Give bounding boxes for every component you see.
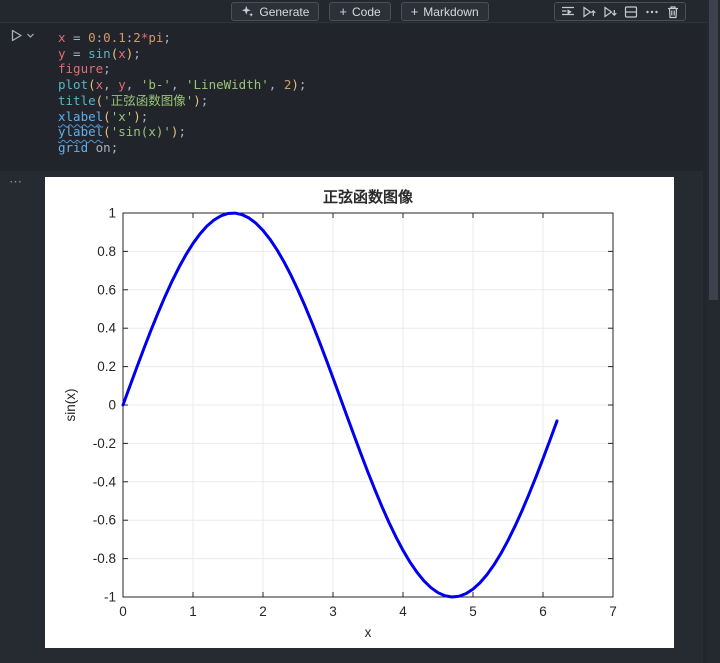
svg-text:2: 2 [259,604,267,619]
more-actions-icon[interactable] [642,3,661,20]
chevron-down-icon [27,33,34,38]
code-line: ylabel('sin(x)'); [58,124,186,140]
svg-text:3: 3 [329,604,337,619]
plus-icon: + [410,4,419,19]
add-markdown-button[interactable]: + Markdown [400,2,489,21]
svg-text:1: 1 [189,604,197,619]
svg-text:0.8: 0.8 [97,244,116,259]
notebook-toolbar: Generate + Code + Markdown [0,0,720,23]
run-cell-icon [11,29,22,41]
vertical-scrollbar-track [707,0,720,663]
run-cell-button[interactable] [8,26,40,44]
code-line: figure; [58,61,111,77]
svg-text:0: 0 [119,604,127,619]
svg-text:-0.4: -0.4 [93,474,117,489]
sparkle-icon [241,5,254,18]
cell-actions-group [554,2,686,21]
svg-text:4: 4 [399,604,407,619]
add-markdown-label: Markdown [423,4,479,19]
plot-title: 正弦函数图像 [323,188,414,206]
svg-text:7: 7 [609,604,617,619]
code-line: plot(x, y, 'b-', 'LineWidth', 2); [58,77,307,93]
plot-xlabel: x [365,625,372,640]
cell-output-region: ⋯ 0 1 2 3 4 5 6 7 -1 -0.8 -0.6 -0.4 -0.2 0 0.2 0.4 0.6 0.… [0,171,703,663]
svg-text:-0.8: -0.8 [93,551,116,566]
plot-ylabel: sin(x) [63,389,78,422]
generate-label: Generate [259,4,310,19]
generate-button[interactable]: Generate [231,2,320,21]
sine-plot: 0 1 2 3 4 5 6 7 -1 -0.8 -0.6 -0.4 -0.2 0 0.2 0.4 0.6 0.8 1… [63,188,617,640]
matlab-figure-output: 0 1 2 3 4 5 6 7 -1 -0.8 -0.6 -0.4 -0.2 0 0.2 0.4 0.6 0.8 1… [45,177,674,648]
svg-text:1: 1 [108,206,116,221]
execute-above-icon[interactable] [579,3,598,20]
code-cell: x = 0:0.1:2*pi; y = sin(x); figure; plot(x,… [0,24,703,194]
add-code-button[interactable]: + Code [329,2,391,21]
run-by-line-icon[interactable] [558,3,577,20]
vertical-scrollbar-thumb[interactable] [709,0,718,300]
svg-text:0.4: 0.4 [97,321,116,336]
code-line: y = sin(x); [58,45,141,61]
svg-text:0: 0 [108,398,116,413]
svg-text:5: 5 [469,604,477,619]
split-cell-icon[interactable] [621,3,640,20]
svg-text:0.6: 0.6 [97,282,116,297]
delete-cell-icon[interactable] [663,3,682,20]
code-line: xlabel('x'); [58,108,149,124]
plus-icon: + [339,4,347,19]
svg-text:-0.2: -0.2 [93,436,116,451]
code-line: title('正弦函数图像'); [58,92,209,108]
output-more-actions-icon[interactable]: ⋯ [9,175,23,188]
execute-below-icon[interactable] [600,3,619,20]
code-line: grid on; [58,139,119,155]
add-code-label: Code [352,4,381,19]
svg-text:-0.6: -0.6 [93,513,116,528]
svg-text:0.2: 0.2 [97,359,116,374]
svg-text:6: 6 [539,604,547,619]
code-line: x = 0:0.1:2*pi; [58,30,171,45]
code-editor[interactable]: x = 0:0.1:2*pi; y = sin(x); figure; plot(x,… [58,30,693,156]
svg-text:-1: -1 [104,590,116,605]
